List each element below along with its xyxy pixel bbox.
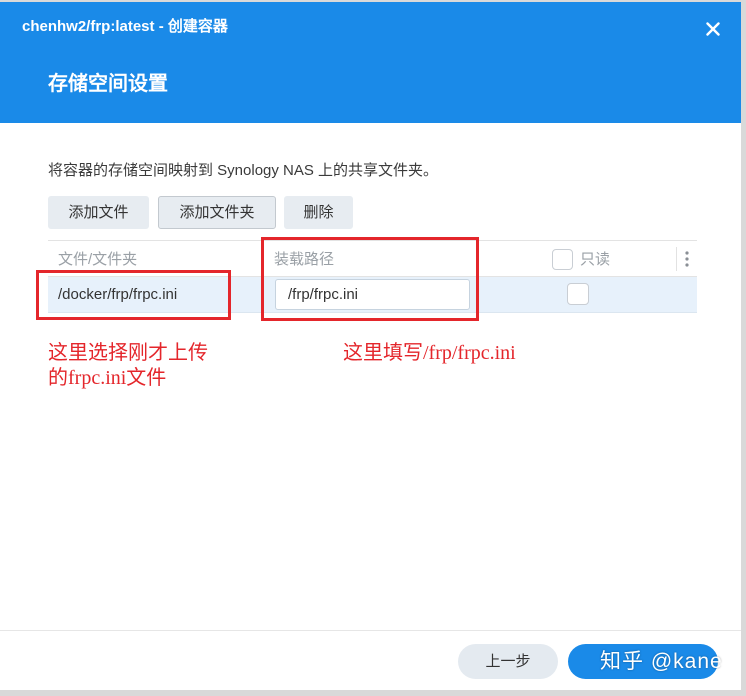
close-button[interactable]: [702, 18, 724, 40]
create-container-dialog: chenhw2/frp:latest - 创建容器 存储空间设置 将容器的存储空…: [0, 2, 741, 690]
column-header-readonly: 只读: [580, 251, 611, 268]
storage-description: 将容器的存储空间映射到 Synology NAS 上的共享文件夹。: [48, 162, 439, 179]
annotation-box-file: [36, 270, 231, 320]
readonly-select-all-checkbox[interactable]: [552, 249, 573, 270]
annotation-note-left-line2: 的frpc.ini文件: [48, 367, 167, 389]
column-header-file[interactable]: 文件/文件夹: [58, 250, 137, 270]
delete-button[interactable]: 删除: [284, 196, 353, 229]
more-vertical-icon: [685, 251, 689, 267]
close-icon: [706, 22, 720, 36]
annotation-note-right: 这里填写/frp/frpc.ini: [343, 342, 516, 364]
column-divider: [676, 247, 677, 271]
add-file-button[interactable]: 添加文件: [48, 196, 149, 229]
step-heading: 存储空间设置: [48, 73, 168, 95]
column-options-button[interactable]: [682, 250, 692, 268]
annotation-note-left-line1: 这里选择刚才上传: [48, 342, 208, 364]
footer-divider: [0, 630, 741, 631]
dialog-title: chenhw2/frp:latest - 创建容器: [22, 18, 228, 35]
watermark: 知乎 @kane: [600, 650, 723, 673]
readonly-checkbox[interactable]: [567, 283, 589, 305]
dialog-header: chenhw2/frp:latest - 创建容器 存储空间设置: [0, 2, 741, 123]
annotation-note-left: 这里选择刚才上传 的frpc.ini文件: [48, 341, 208, 391]
add-folder-button[interactable]: 添加文件夹: [158, 196, 276, 229]
back-button[interactable]: 上一步: [458, 644, 558, 679]
annotation-box-mount-path: [261, 237, 479, 321]
